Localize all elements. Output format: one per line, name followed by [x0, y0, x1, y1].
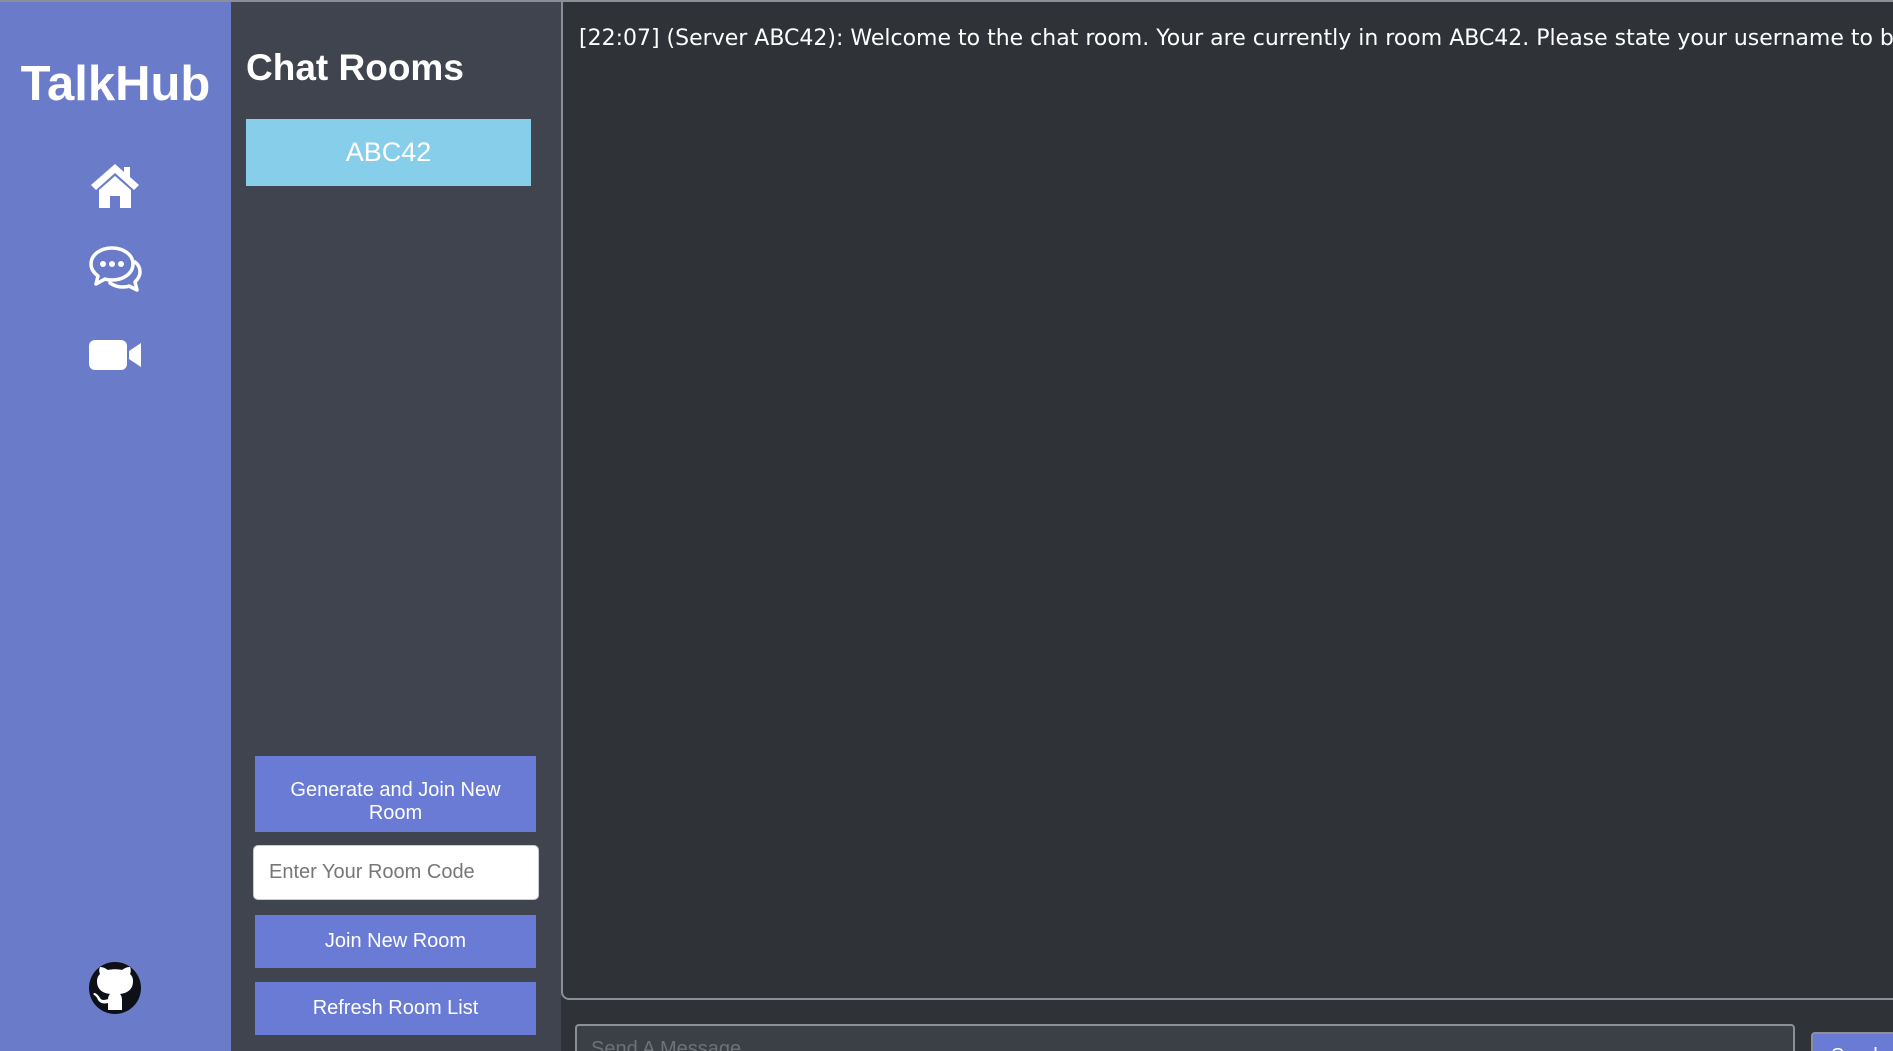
github-icon[interactable]: [87, 960, 143, 1016]
room-item-abc42[interactable]: ABC42: [246, 119, 531, 186]
rooms-title: Chat Rooms: [246, 47, 464, 88]
app-window: TalkHub Chat Rooms ABC42 Generate and Jo…: [0, 0, 1893, 1051]
send-button[interactable]: Send: [1811, 1032, 1893, 1051]
chat-message: [22:07] (Server ABC42): Welcome to the c…: [579, 26, 1893, 51]
video-camera-icon[interactable]: [87, 326, 143, 382]
rooms-panel: Chat Rooms ABC42 Generate and Join New R…: [231, 2, 561, 1051]
brand-logo[interactable]: TalkHub: [0, 54, 231, 114]
message-input[interactable]: [575, 1024, 1795, 1051]
generate-room-button[interactable]: Generate and Join New Room: [255, 756, 536, 832]
room-code-input[interactable]: [253, 845, 539, 900]
sidebar-nav: TalkHub: [0, 2, 231, 1051]
home-icon[interactable]: [87, 158, 143, 214]
refresh-room-list-button[interactable]: Refresh Room List: [255, 982, 536, 1035]
join-room-button[interactable]: Join New Room: [255, 915, 536, 968]
chat-bubbles-icon[interactable]: [87, 242, 143, 298]
chat-log[interactable]: [22:07] (Server ABC42): Welcome to the c…: [561, 2, 1893, 1000]
